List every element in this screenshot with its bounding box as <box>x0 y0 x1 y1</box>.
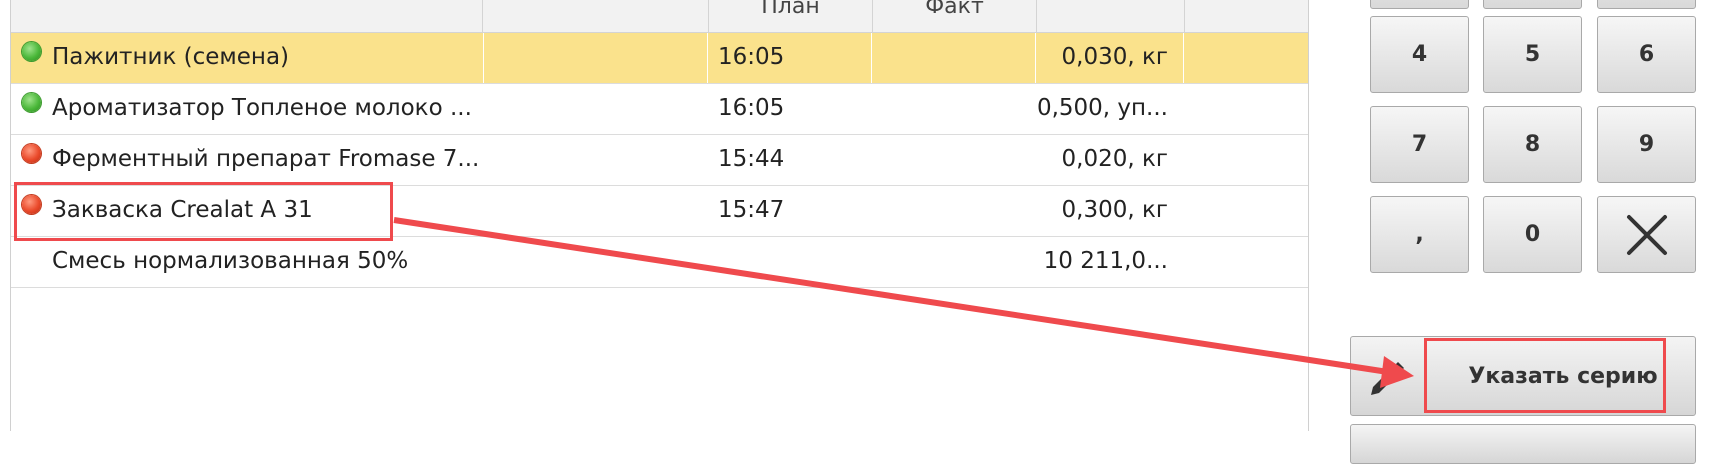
pencil-icon <box>1371 362 1404 395</box>
table-header: План Факт <box>11 0 1308 33</box>
header-col-5[interactable] <box>1037 0 1185 32</box>
status-red-icon <box>22 144 41 163</box>
status-green-icon <box>22 93 41 112</box>
row-time: 15:47 <box>718 197 785 223</box>
set-series-label: Указать серию <box>1468 363 1658 389</box>
key-0[interactable]: 0 <box>1483 196 1582 273</box>
table-row[interactable]: Пажитник (семена) 16:05 0,030, кг <box>11 33 1308 84</box>
row-fact: 0,020, кг <box>1061 146 1168 172</box>
row-fact: 0,300, кг <box>1061 197 1168 223</box>
table-row[interactable]: Смесь нормализованная 50% 10 211,0... <box>11 237 1308 288</box>
clear-button[interactable] <box>1597 196 1696 273</box>
row-name: Ароматизатор Топленое молоко ... <box>52 95 472 121</box>
row-fact: 0,030, кг <box>1061 44 1168 70</box>
key-8[interactable]: 8 <box>1483 106 1582 183</box>
table-row[interactable]: Ароматизатор Топленое молоко ... 16:05 0… <box>11 84 1308 135</box>
header-col-6[interactable] <box>1185 0 1308 32</box>
table-row[interactable]: Закваска Crealat A 31 15:47 0,300, кг <box>11 186 1308 237</box>
row-time: 16:05 <box>718 95 785 121</box>
row-name: Ферментный препарат Fromase 7... <box>52 146 480 172</box>
key-3[interactable] <box>1597 0 1696 9</box>
status-green-icon <box>22 42 41 61</box>
key-4[interactable]: 4 <box>1370 16 1469 93</box>
row-time: 15:44 <box>718 146 785 172</box>
row-name: Пажитник (семена) <box>52 44 290 70</box>
key-1[interactable] <box>1370 0 1469 9</box>
set-series-button[interactable]: Указать серию <box>1350 336 1696 416</box>
header-col-fact[interactable]: Факт <box>873 0 1037 32</box>
status-red-icon <box>22 195 41 214</box>
key-7[interactable]: 7 <box>1370 106 1469 183</box>
header-col-2[interactable] <box>483 0 709 32</box>
key-5[interactable]: 5 <box>1483 16 1582 93</box>
ingredients-table: План Факт Пажитник (семена) 16:05 0,030,… <box>10 0 1309 431</box>
table-row[interactable]: Ферментный препарат Fromase 7... 15:44 0… <box>11 135 1308 186</box>
header-col-name[interactable] <box>11 0 483 32</box>
row-name: Закваска Crealat A 31 <box>52 197 313 223</box>
row-time: 16:05 <box>718 44 785 70</box>
key-6[interactable]: 6 <box>1597 16 1696 93</box>
key-9[interactable]: 9 <box>1597 106 1696 183</box>
row-fact: 10 211,0... <box>1043 248 1168 274</box>
row-name: Смесь нормализованная 50% <box>52 248 409 274</box>
next-button[interactable] <box>1350 424 1696 464</box>
x-icon <box>1626 214 1667 255</box>
header-col-plan[interactable]: План <box>709 0 873 32</box>
row-fact: 0,500, уп... <box>1036 95 1168 121</box>
key-comma[interactable]: , <box>1370 196 1469 273</box>
key-2[interactable] <box>1483 0 1582 9</box>
